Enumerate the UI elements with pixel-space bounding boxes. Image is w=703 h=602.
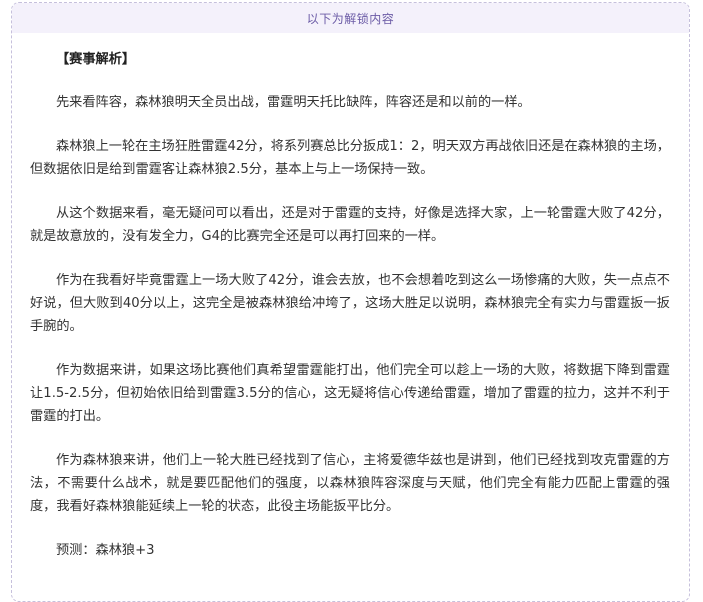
paragraph-timberwolves: 作为森林狼来讲，他们上一轮大胜已经找到了信心，主将爱德华兹也是讲到，他们已经找到… [30,453,670,514]
paragraph-data-analysis: 作为数据来讲，如果这场比赛他们真希望雷霆能打出，他们完全可以趁上一场的大败，将数… [30,363,670,424]
section-title: 【赛事解析】 [56,52,136,67]
article-body: 【赛事解析】 先来看阵容，森林狼明天全员出战，雷霆明天托比缺阵，阵容还是和以前的… [30,48,670,583]
paragraph-previous-game: 森林狼上一轮在主场狂胜雷霆42分，将系列赛总比分扳成1：2，明天双方再战依旧还是… [30,139,670,177]
paragraph-data-view: 从这个数据来看，毫无疑问可以看出，还是对于雷霆的支持，好像是选择大家，上一轮雷霆… [30,206,670,244]
prediction: 预测：森林狼+3 [56,543,155,558]
paragraph-lineup: 先来看阵容，森林狼明天全员出战，雷霆明天托比缺阵，阵容还是和以前的一样。 [56,95,531,110]
unlock-notice-bar: 以下为解锁内容 [12,3,689,33]
paragraph-opinion: 作为在我看好毕竟雷霆上一场大败了42分，谁会去放，也不会想着吃到这么一场惨痛的大… [30,273,670,334]
unlock-notice-text: 以下为解锁内容 [306,11,395,26]
